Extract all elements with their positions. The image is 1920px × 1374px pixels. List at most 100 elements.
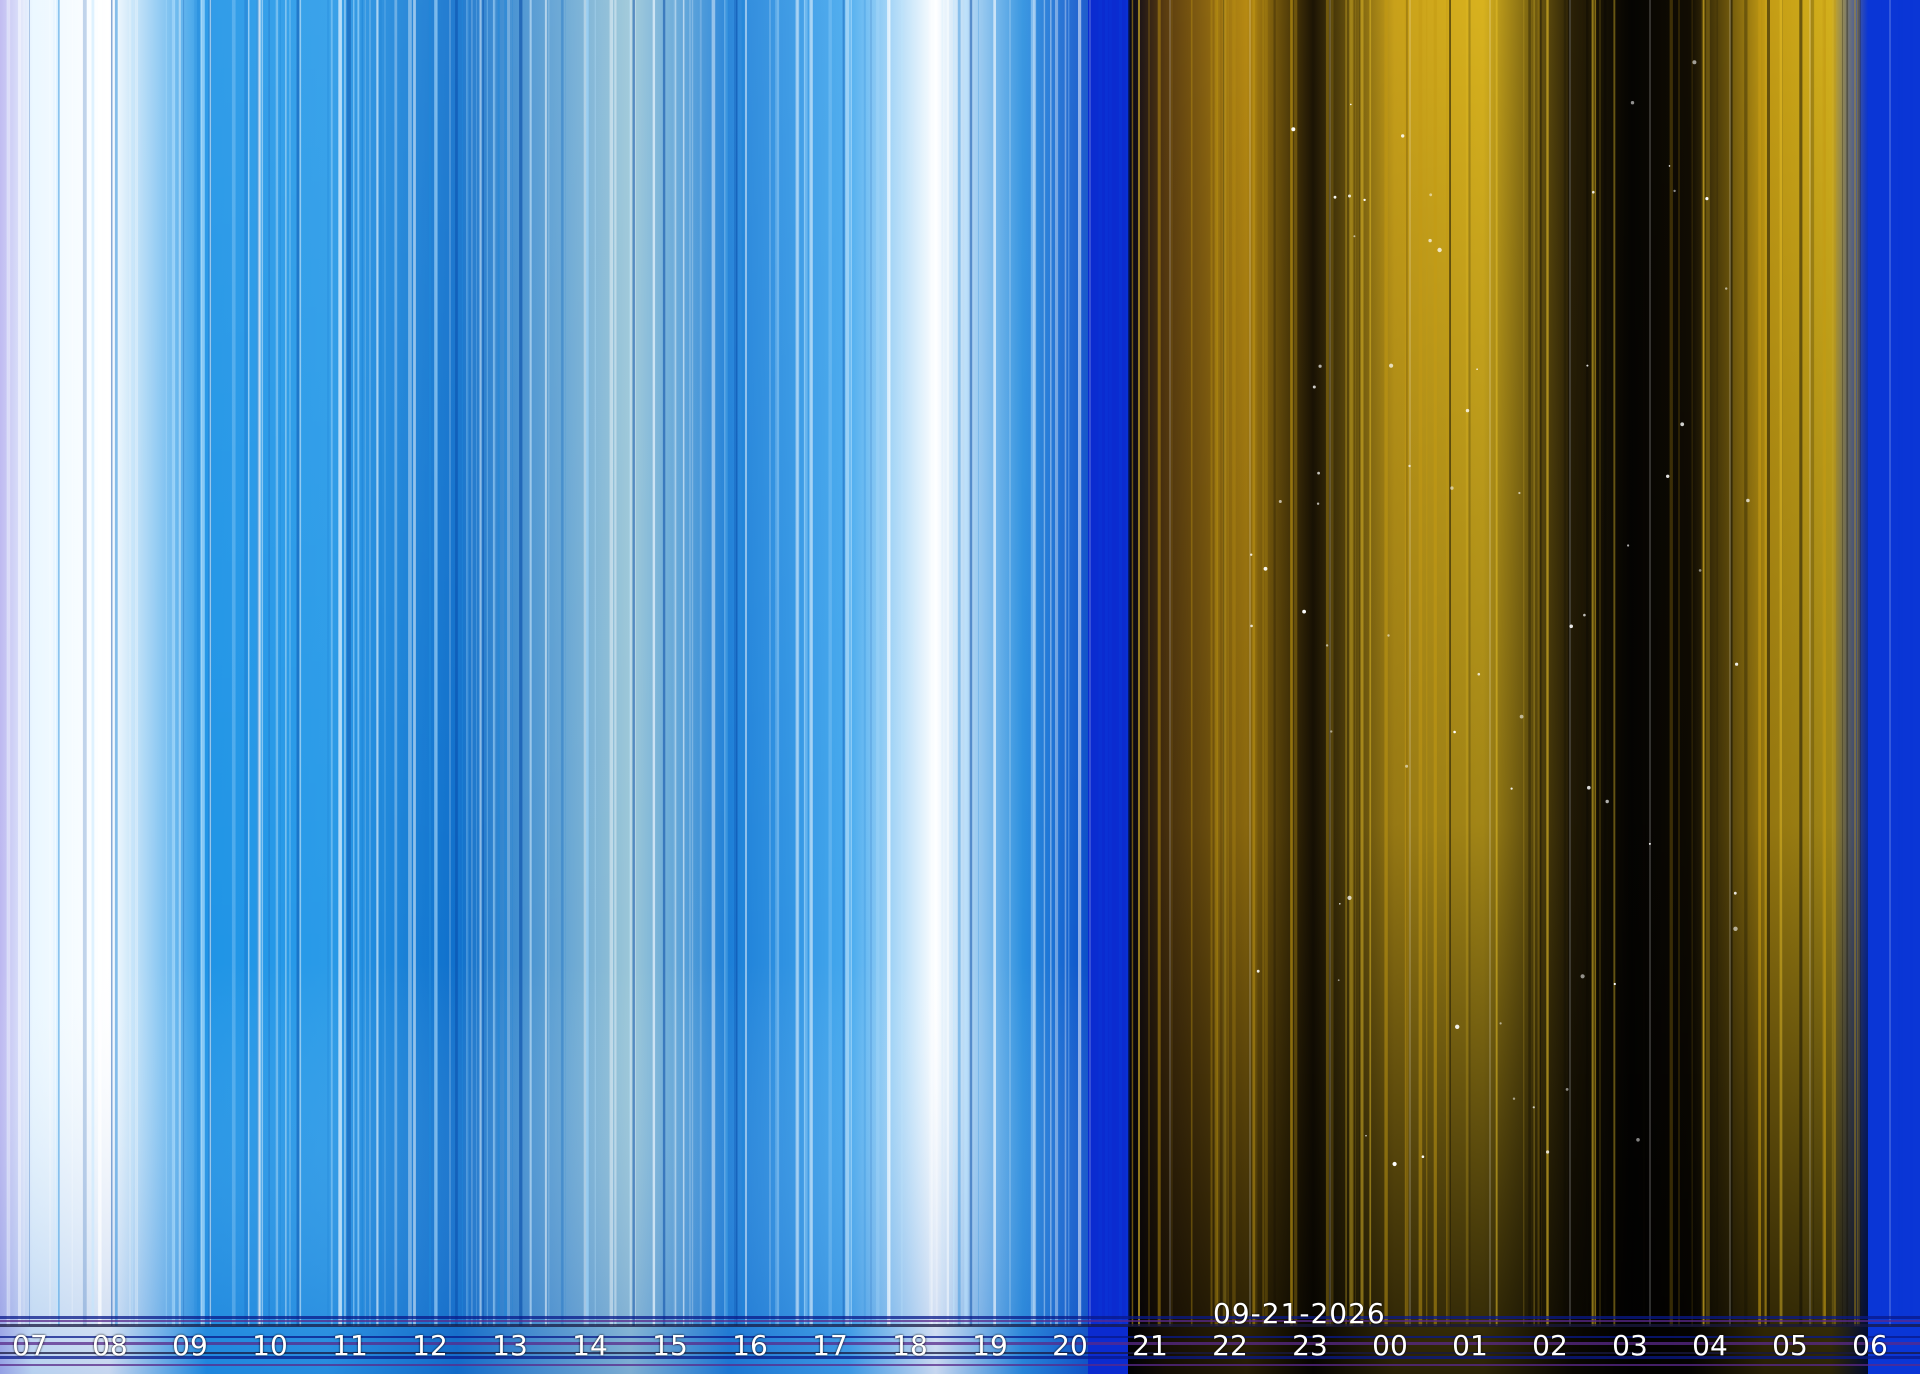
sky-streak <box>1744 0 1748 1326</box>
star-speck <box>1546 1150 1550 1154</box>
sky-streak <box>1764 0 1766 1326</box>
sky-streak <box>482 0 484 1326</box>
star-speck <box>1316 502 1320 505</box>
sky-streak <box>1126 0 1129 1326</box>
sky-streak <box>1055 0 1059 1326</box>
sky-streak <box>479 0 482 1326</box>
star-speck <box>1333 195 1337 199</box>
star-speck <box>1698 569 1702 572</box>
star-speck <box>1350 103 1352 106</box>
sky-streak <box>276 0 278 1326</box>
sky-streak <box>1171 0 1173 1326</box>
sky-streak <box>471 0 473 1326</box>
star-speck <box>1312 385 1316 389</box>
sky-streak <box>530 0 532 1326</box>
star-speck <box>1587 785 1591 790</box>
star-speck <box>1518 491 1521 495</box>
sky-streak <box>497 0 500 1326</box>
star-speck <box>1565 1088 1569 1091</box>
sky-streak <box>1910 0 1914 1326</box>
hour-label-00: 00 <box>1372 1329 1408 1362</box>
sky-streak <box>183 0 185 1326</box>
sky-streak <box>1104 0 1108 1326</box>
hour-label-16: 16 <box>732 1329 768 1362</box>
star-speck <box>1532 1106 1535 1109</box>
star-speck <box>1692 60 1697 65</box>
sky-streak <box>969 0 973 1326</box>
sky-streak <box>1842 0 1843 1326</box>
sky-streak <box>248 0 250 1326</box>
hour-label-17: 17 <box>812 1329 848 1362</box>
star-speck <box>1405 764 1409 768</box>
sky-streak <box>662 0 666 1326</box>
star-speck <box>1705 197 1709 201</box>
star-speck <box>1455 1024 1460 1030</box>
star-speck <box>1347 895 1352 901</box>
sky-streak <box>1716 0 1718 1326</box>
star-speck <box>1510 787 1513 790</box>
sky-streak <box>745 0 747 1326</box>
sky-streak <box>900 0 903 1326</box>
star-speck <box>1330 730 1333 733</box>
sky-streak <box>1495 0 1498 1326</box>
sky-streak <box>97 0 100 1326</box>
sky-streak <box>1345 0 1347 1326</box>
sky-streak <box>1533 0 1535 1326</box>
sky-streak <box>244 0 248 1326</box>
sky-streak <box>29 0 30 1326</box>
sky-streak <box>936 0 938 1326</box>
hour-label-04: 04 <box>1692 1329 1728 1362</box>
sky-streak <box>1586 0 1589 1326</box>
sky-streak <box>736 0 738 1326</box>
hour-label-03: 03 <box>1612 1329 1648 1362</box>
sky-streak <box>279 0 281 1326</box>
sky-streak <box>1765 0 1767 1326</box>
sky-streak <box>675 0 677 1326</box>
sky-streak <box>1433 0 1437 1326</box>
sky-streak <box>870 0 872 1326</box>
sky-streak <box>1592 0 1594 1326</box>
sky-streak <box>1068 0 1070 1326</box>
star-speck <box>1348 194 1351 198</box>
star-speck <box>1250 624 1253 628</box>
star-speck <box>1453 730 1456 734</box>
sky-streak <box>652 0 655 1326</box>
star-speck <box>1365 1134 1367 1137</box>
hour-label-01: 01 <box>1452 1329 1488 1362</box>
day-sky-shading <box>0 0 1088 1374</box>
sky-streak <box>1148 0 1150 1326</box>
sky-streak <box>1546 0 1549 1326</box>
sky-streak <box>1214 0 1219 1326</box>
sky-streak <box>803 0 806 1326</box>
sky-streak <box>1094 0 1099 1326</box>
sky-streak <box>1222 0 1227 1326</box>
sky-streak <box>711 0 716 1326</box>
sky-streak <box>614 0 617 1326</box>
sky-streak <box>394 0 398 1326</box>
sky-streak <box>347 0 351 1326</box>
sky-streak <box>1701 0 1705 1326</box>
sky-streak <box>842 0 845 1326</box>
sky-streak <box>1810 0 1815 1326</box>
sky-streak <box>91 0 95 1326</box>
sky-streak <box>327 0 330 1326</box>
sky-streak <box>1465 0 1469 1326</box>
sky-streak <box>467 0 469 1326</box>
sky-streak <box>1426 0 1428 1326</box>
hour-label-15: 15 <box>652 1329 688 1362</box>
star-speck <box>1605 799 1609 804</box>
star-speck <box>1465 408 1470 413</box>
sky-streak <box>1078 0 1082 1326</box>
sky-streak <box>22 0 26 1326</box>
hour-label-13: 13 <box>492 1329 528 1362</box>
sky-streak <box>586 0 589 1326</box>
sky-streak <box>1669 0 1673 1326</box>
sky-streak <box>691 0 694 1326</box>
star-speck <box>1746 498 1750 503</box>
sky-streak <box>361 0 363 1326</box>
sky-streak <box>1118 0 1122 1326</box>
sky-streak <box>1190 0 1193 1326</box>
star-speck <box>1278 500 1282 503</box>
sky-streak <box>458 0 461 1326</box>
star-speck <box>1499 1022 1502 1025</box>
